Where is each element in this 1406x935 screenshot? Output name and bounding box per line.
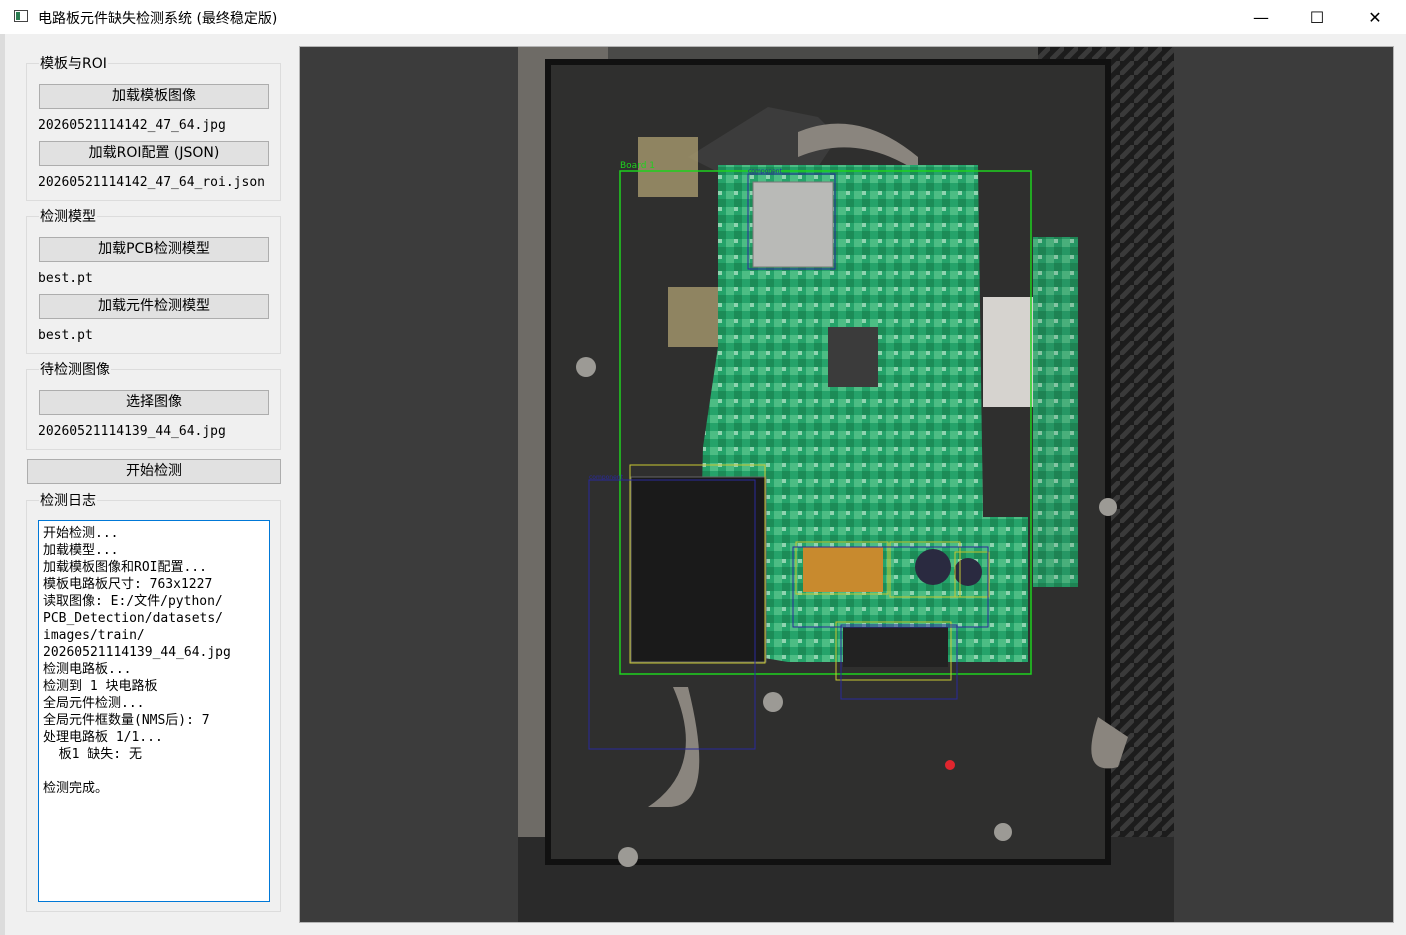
log-line: 板1 缺失: 无 xyxy=(43,747,142,762)
log-line: 开始检测... xyxy=(43,526,119,541)
screw xyxy=(1099,498,1117,516)
maximize-button[interactable]: ☐ xyxy=(1288,0,1346,34)
indicator-led xyxy=(945,760,955,770)
log-line: 检测电路板... xyxy=(43,662,132,677)
pcb-model-file-label: best.pt xyxy=(38,271,93,286)
template-file-label: 20260521114142_47_64.jpg xyxy=(38,118,226,133)
detection-result-image: Board 1 component component xyxy=(518,47,1174,922)
log-line: 20260521114139_44_64.jpg xyxy=(43,645,231,660)
image-group-title: 待检测图像 xyxy=(39,361,111,379)
title-bar: 电路板元件缺失检测系统 (最终稳定版) — ☐ ✕ xyxy=(0,0,1406,34)
main-chip xyxy=(828,327,878,387)
board-detection-label: Board 1 xyxy=(620,161,655,171)
template-roi-group-title: 模板与ROI xyxy=(39,55,108,73)
label-sticker xyxy=(983,297,1033,407)
close-button[interactable]: ✕ xyxy=(1346,0,1404,34)
inductor-coil xyxy=(803,547,883,592)
image-file-label: 20260521114139_44_64.jpg xyxy=(38,424,226,439)
screw xyxy=(618,847,638,867)
screw xyxy=(994,823,1012,841)
load-roi-button[interactable]: 加载ROI配置 (JSON) xyxy=(39,141,269,166)
log-line: 加载模型... xyxy=(43,543,119,558)
component-box-label: component xyxy=(748,168,783,175)
log-line: 读取图像: E:/文件/python/ xyxy=(43,594,223,609)
connector-block xyxy=(843,627,948,667)
log-line: PCB_Detection/datasets/ xyxy=(43,611,224,626)
capacitor-2 xyxy=(954,558,982,586)
component-box-label: component xyxy=(589,474,624,481)
app-icon xyxy=(14,10,28,22)
shield-can xyxy=(752,181,834,268)
side-board xyxy=(1033,237,1078,587)
log-line: images/train/ xyxy=(43,628,145,643)
load-pcb-model-button[interactable]: 加载PCB检测模型 xyxy=(39,237,269,262)
log-line: 全局元件框数量(NMS后): 7 xyxy=(43,713,210,728)
start-detection-button[interactable]: 开始检测 xyxy=(27,459,281,484)
load-template-button[interactable]: 加载模板图像 xyxy=(39,84,269,109)
select-image-button[interactable]: 选择图像 xyxy=(39,390,269,415)
screw xyxy=(576,357,596,377)
minimize-button[interactable]: — xyxy=(1232,0,1290,34)
tape-pad-left xyxy=(668,287,718,347)
load-component-model-button[interactable]: 加载元件检测模型 xyxy=(39,294,269,319)
component-model-file-label: best.pt xyxy=(38,328,93,343)
window-left-edge xyxy=(0,34,5,935)
log-line: 检测到 1 块电路板 xyxy=(43,679,158,694)
log-textbox[interactable]: 开始检测... 加载模型... 加载模板图像和ROI配置... 模板电路板尺寸:… xyxy=(38,520,270,902)
log-line: 全局元件检测... xyxy=(43,696,145,711)
roi-file-label: 20260521114142_47_64_roi.json xyxy=(38,175,265,190)
screw xyxy=(763,692,783,712)
model-group-title: 检测模型 xyxy=(39,208,97,226)
capacitor-1 xyxy=(915,549,951,585)
battery-block xyxy=(630,476,767,663)
log-line: 处理电路板 1/1... xyxy=(43,730,163,745)
log-line: 检测完成。 xyxy=(43,781,109,796)
log-line: 模板电路板尺寸: 763x1227 xyxy=(43,577,213,592)
window-title: 电路板元件缺失检测系统 (最终稳定版) xyxy=(38,11,278,27)
log-line: 加载模板图像和ROI配置... xyxy=(43,560,207,575)
log-group-title: 检测日志 xyxy=(39,492,97,510)
